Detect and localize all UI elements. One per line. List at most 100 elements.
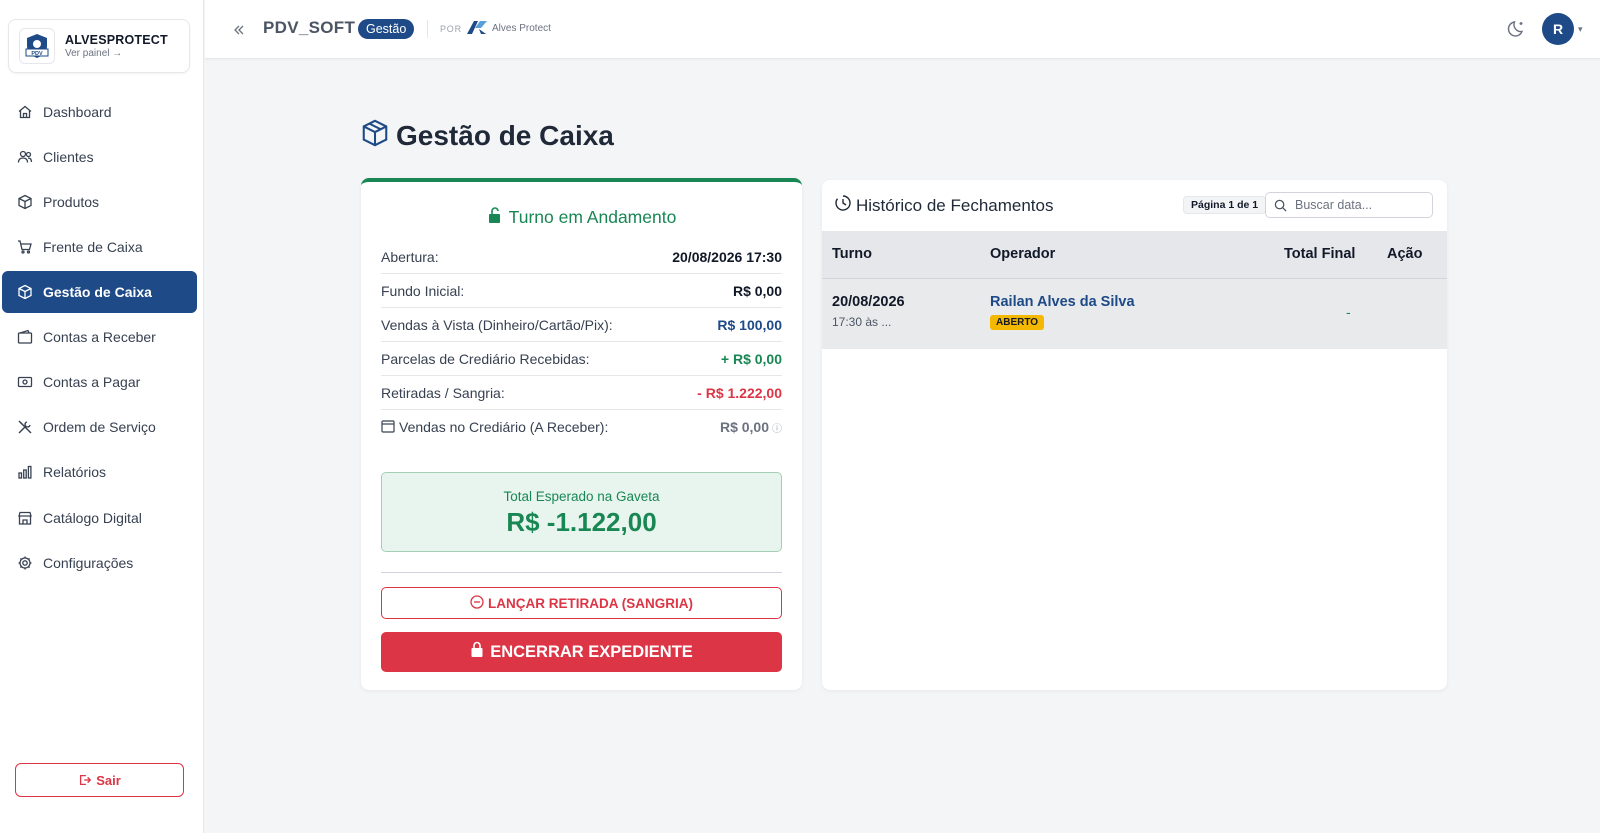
sidebar-item-relatorios[interactable]: Relatórios bbox=[2, 451, 197, 493]
vendas-vista-row: Vendas à Vista (Dinheiro/Cartão/Pix): R$… bbox=[381, 308, 782, 342]
sidebar: PDV ALVESPROTECT Ver painel → Dashboard … bbox=[0, 0, 204, 833]
cash-icon bbox=[16, 373, 34, 391]
partner-logo bbox=[466, 19, 488, 40]
sidebar-item-catalogo-digital[interactable]: Catálogo Digital bbox=[2, 497, 197, 539]
theme-toggle-button[interactable] bbox=[1505, 17, 1529, 41]
sidebar-item-produtos[interactable]: Produtos bbox=[2, 181, 197, 223]
total-esperado-box: Total Esperado na Gaveta R$ -1.122,00 bbox=[381, 472, 782, 552]
module-badge: Gestão bbox=[358, 19, 415, 39]
lock-icon bbox=[470, 641, 484, 663]
row-value: + R$ 0,00 bbox=[720, 350, 782, 367]
button-label: ENCERRAR EXPEDIENTE bbox=[490, 642, 693, 661]
user-avatar[interactable]: R bbox=[1542, 13, 1574, 45]
sidebar-item-label: Clientes bbox=[43, 149, 94, 165]
sidebar-item-dashboard[interactable]: Dashboard bbox=[2, 91, 197, 133]
row-value: R$ 0,00 bbox=[732, 282, 782, 299]
total-label: Total Esperado na Gaveta bbox=[503, 489, 660, 504]
column-header-acao[interactable]: Ação bbox=[1387, 246, 1422, 262]
cart-icon bbox=[16, 238, 34, 256]
row-label: Vendas no Crediário (A Receber): bbox=[399, 419, 609, 435]
chevron-down-icon[interactable]: ▾ bbox=[1578, 24, 1583, 35]
column-header-total-final[interactable]: Total Final bbox=[1284, 246, 1355, 262]
sidebar-item-ordem-de-servico[interactable]: Ordem de Serviço bbox=[2, 406, 197, 448]
chevrons-left-icon bbox=[234, 25, 244, 35]
pagination-badge: Página 1 de 1 bbox=[1183, 196, 1267, 214]
home-icon bbox=[16, 103, 34, 121]
tools-icon bbox=[16, 418, 34, 436]
sidebar-item-contas-a-receber[interactable]: Contas a Receber bbox=[2, 316, 197, 358]
sidebar-item-gestao-de-caixa[interactable]: Gestão de Caixa bbox=[2, 271, 197, 313]
box-icon bbox=[360, 118, 390, 153]
historico-card: Histórico de Fechamentos Página 1 de 1 T… bbox=[822, 180, 1447, 690]
sidebar-item-frente-de-caixa[interactable]: Frente de Caixa bbox=[2, 226, 197, 268]
table-header: Turno Operador Total Final Ação bbox=[822, 231, 1447, 279]
logout-label: Sair bbox=[96, 772, 121, 788]
wallet-icon bbox=[16, 328, 34, 346]
divider bbox=[381, 572, 782, 573]
search-box[interactable] bbox=[1265, 192, 1433, 218]
bar-chart-icon bbox=[16, 463, 34, 481]
brand-sub-link[interactable]: Ver painel → bbox=[65, 48, 168, 59]
moon-stars-icon bbox=[1507, 21, 1524, 37]
sidebar-item-label: Relatórios bbox=[43, 464, 107, 480]
info-icon[interactable]: ⓘ bbox=[772, 420, 782, 435]
sidebar-item-label: Gestão de Caixa bbox=[43, 284, 152, 300]
partner-name: Alves Protect bbox=[492, 23, 551, 34]
logout-icon bbox=[78, 773, 92, 787]
total-value: R$ -1.122,00 bbox=[506, 507, 657, 537]
row-label: Abertura: bbox=[381, 248, 439, 265]
calendar-icon bbox=[381, 419, 395, 436]
box-icon bbox=[16, 283, 34, 301]
page-header: Gestão de Caixa bbox=[360, 118, 614, 153]
turno-title: Turno em Andamento bbox=[361, 206, 802, 229]
sidebar-item-configuracoes[interactable]: Configurações bbox=[2, 542, 197, 584]
search-input[interactable] bbox=[1295, 198, 1425, 212]
topbar-divider bbox=[427, 20, 428, 38]
lancar-retirada-button[interactable]: LANÇAR RETIRADA (SANGRIA) bbox=[381, 587, 782, 619]
fundo-inicial-row: Fundo Inicial: R$ 0,00 bbox=[381, 274, 782, 308]
row-label: Vendas à Vista (Dinheiro/Cartão/Pix): bbox=[381, 316, 613, 333]
row-value: 20/08/2026 17:30 bbox=[672, 248, 782, 265]
sidebar-item-label: Contas a Receber bbox=[43, 329, 156, 345]
parcelas-crediario-row: Parcelas de Crediário Recebidas: + R$ 0,… bbox=[381, 342, 782, 376]
app-name: PDV_SOFT bbox=[263, 18, 356, 37]
clock-history-icon bbox=[834, 194, 852, 217]
collapse-sidebar-button[interactable] bbox=[229, 20, 249, 40]
shop-icon bbox=[16, 509, 34, 527]
search-icon bbox=[1274, 199, 1287, 212]
row-label: Fundo Inicial: bbox=[381, 282, 465, 299]
brand-name: ALVESPROTECT bbox=[65, 33, 168, 47]
total-final-value: - bbox=[1346, 304, 1351, 320]
sidebar-item-label: Dashboard bbox=[43, 104, 112, 120]
brand-card[interactable]: PDV ALVESPROTECT Ver painel → bbox=[8, 19, 190, 73]
turno-title-text: Turno em Andamento bbox=[508, 207, 677, 227]
sidebar-item-label: Catálogo Digital bbox=[43, 510, 142, 526]
brand-logo: PDV bbox=[19, 28, 55, 64]
unlock-icon bbox=[487, 206, 503, 229]
gear-icon bbox=[16, 554, 34, 572]
abertura-row: Abertura: 20/08/2026 17:30 bbox=[381, 240, 782, 274]
por-label: POR bbox=[440, 24, 462, 34]
table-row[interactable]: 20/08/2026 17:30 às ... Railan Alves da … bbox=[822, 279, 1447, 349]
operator-name[interactable]: Railan Alves da Silva bbox=[990, 294, 1135, 310]
button-label: LANÇAR RETIRADA (SANGRIA) bbox=[488, 595, 693, 611]
turno-date: 20/08/2026 bbox=[832, 294, 905, 310]
column-header-turno[interactable]: Turno bbox=[832, 246, 872, 262]
column-header-operador[interactable]: Operador bbox=[990, 246, 1055, 262]
row-value: R$ 100,00 bbox=[717, 316, 782, 333]
row-value: - R$ 1.222,00 bbox=[697, 384, 782, 401]
sidebar-item-label: Produtos bbox=[43, 194, 100, 210]
logout-button[interactable]: Sair bbox=[15, 763, 184, 797]
users-icon bbox=[16, 148, 34, 166]
row-label: Parcelas de Crediário Recebidas: bbox=[381, 350, 590, 367]
sidebar-item-label: Frente de Caixa bbox=[43, 239, 143, 255]
turno-time: 17:30 às ... bbox=[832, 315, 892, 329]
row-value: R$ 0,00 bbox=[719, 419, 769, 435]
historico-title-text: Histórico de Fechamentos bbox=[856, 195, 1054, 215]
vendas-crediario-row: Vendas no Crediário (A Receber): R$ 0,00… bbox=[381, 410, 782, 444]
minus-circle-icon bbox=[470, 594, 484, 612]
encerrar-expediente-button[interactable]: ENCERRAR EXPEDIENTE bbox=[381, 632, 782, 672]
sidebar-item-clientes[interactable]: Clientes bbox=[2, 136, 197, 178]
retiradas-row: Retiradas / Sangria: - R$ 1.222,00 bbox=[381, 376, 782, 410]
sidebar-item-contas-a-pagar[interactable]: Contas a Pagar bbox=[2, 361, 197, 403]
